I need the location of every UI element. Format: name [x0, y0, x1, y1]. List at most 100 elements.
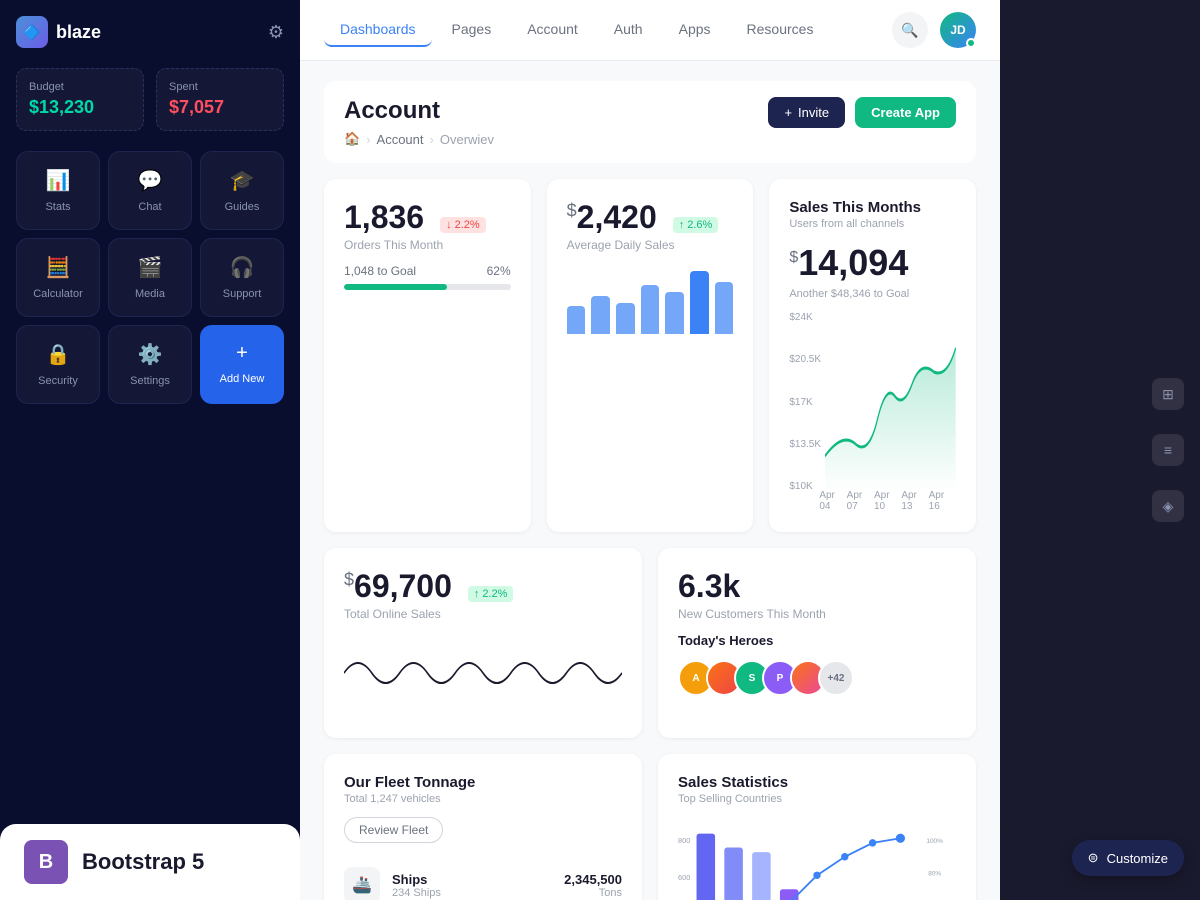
tab-auth[interactable]: Auth	[598, 13, 659, 47]
tab-account[interactable]: Account	[511, 13, 594, 47]
page-title-section: Account 🏠 › Account › Overwiev	[344, 97, 494, 147]
up-arrow: ↑	[679, 219, 685, 231]
logo-text: blaze	[56, 22, 101, 43]
avatar[interactable]: JD	[940, 12, 976, 48]
customize-button[interactable]: ⊜ Customize	[1072, 840, 1184, 876]
review-fleet-button[interactable]: Review Fleet	[344, 817, 443, 843]
breadcrumb-current: Overwiev	[440, 132, 494, 147]
sidebar-item-settings[interactable]: ⚙️ Settings	[108, 325, 192, 404]
sidebar-item-chat[interactable]: 💬 Chat	[108, 151, 192, 230]
currency-symbol: $	[567, 200, 577, 220]
bar-3	[616, 303, 635, 335]
ships-value: 2,345,500	[564, 872, 622, 887]
stats-icon: 📊	[46, 168, 71, 193]
right-icon-1[interactable]: ⊞	[1152, 378, 1184, 410]
orders-badge: ↓ 2.2%	[440, 217, 486, 233]
page-title: Account	[344, 97, 494, 125]
breadcrumb-home[interactable]: 🏠	[344, 131, 360, 147]
fleet-right-ships: 2,345,500 Tons	[564, 872, 622, 899]
line-chart-svg	[825, 312, 956, 492]
breadcrumb-account[interactable]: Account	[377, 132, 424, 147]
sidebar-item-support[interactable]: 🎧 Support	[200, 238, 284, 317]
ships-unit: Tons	[564, 887, 622, 899]
sales-stats-card: Sales Statistics Top Selling Countries 8…	[658, 754, 976, 900]
sidebar-item-calculator[interactable]: 🧮 Calculator	[16, 238, 100, 317]
bootstrap-text: Bootstrap 5	[82, 849, 204, 875]
orders-value: 1,836	[344, 199, 424, 236]
sidebar-item-guides[interactable]: 🎓 Guides	[200, 151, 284, 230]
online-sales-label: Total Online Sales	[344, 607, 622, 621]
progress-fill	[344, 284, 447, 290]
sales-month-title: Sales This Months	[789, 199, 956, 216]
add-label: Add New	[220, 373, 265, 385]
search-button[interactable]: 🔍	[892, 12, 928, 48]
sidebar-item-security[interactable]: 🔒 Security	[16, 325, 100, 404]
create-app-button[interactable]: Create App	[855, 97, 956, 128]
sales-month-subtitle: Users from all channels	[789, 218, 956, 230]
sidebar-header: 🔷 blaze ⚙	[16, 16, 284, 48]
ships-sub: 234 Ships	[392, 887, 441, 899]
fleet-title: Our Fleet Tonnage	[344, 774, 622, 791]
bar-4	[641, 285, 660, 334]
breadcrumb-sep1: ›	[366, 132, 370, 147]
menu-icon[interactable]: ⚙	[268, 22, 284, 43]
tab-pages[interactable]: Pages	[436, 13, 508, 47]
budget-label: Budget	[29, 81, 131, 93]
progress-row: 1,048 to Goal 62%	[344, 264, 511, 278]
bar-5	[665, 292, 684, 334]
goal-pct: 62%	[487, 264, 511, 278]
svg-text:80%: 80%	[928, 870, 941, 877]
sales-stats-chart: 800 600 400 200 100% 80% 60% 40%	[678, 817, 956, 900]
tab-resources[interactable]: Resources	[731, 13, 830, 47]
new-customers-card: 6.3k New Customers This Month Today's He…	[658, 548, 976, 738]
guides-icon: 🎓	[230, 168, 255, 193]
chart-x-labels: Apr 04 Apr 07 Apr 10 Apr 13 Apr 16	[819, 490, 956, 512]
ships-icon: 🚢	[344, 867, 380, 900]
sidebar-item-stats[interactable]: 📊 Stats	[16, 151, 100, 230]
spent-label: Spent	[169, 81, 271, 93]
header-actions: + Invite Create App	[768, 97, 956, 128]
right-icon-3[interactable]: ◈	[1152, 490, 1184, 522]
nav-tabs: Dashboards Pages Account Auth Apps Resou…	[324, 13, 829, 47]
sidebar: 🔷 blaze ⚙ Budget $13,230 Spent $7,057 📊 …	[0, 0, 300, 900]
new-customers-value: 6.3k	[678, 568, 956, 605]
invite-button[interactable]: + Invite	[768, 97, 845, 128]
bar-chart	[567, 264, 734, 334]
goal-text: 1,048 to Goal	[344, 264, 416, 278]
calculator-icon: 🧮	[46, 255, 71, 280]
sales-goal-text: Another $48,346 to Goal	[789, 288, 956, 300]
daily-sales-badge: ↑ 2.6%	[673, 217, 719, 233]
tab-apps[interactable]: Apps	[663, 13, 727, 47]
orders-label: Orders This Month	[344, 238, 511, 252]
add-icon: +	[236, 342, 248, 365]
svg-text:800: 800	[678, 836, 690, 845]
main-content: Dashboards Pages Account Auth Apps Resou…	[300, 0, 1000, 900]
fleet-card: Our Fleet Tonnage Total 1,247 vehicles R…	[324, 754, 642, 900]
svg-text:600: 600	[678, 873, 690, 882]
plus-icon: +	[784, 105, 792, 120]
sales-month-card: Sales This Months Users from all channel…	[769, 179, 976, 532]
hero-count: +42	[818, 660, 854, 696]
daily-sales-card: $2,420 ↑ 2.6% Average Daily Sales	[547, 179, 754, 532]
media-label: Media	[135, 288, 165, 300]
settings-label: Settings	[130, 375, 170, 387]
fleet-subtitle: Total 1,247 vehicles	[344, 793, 622, 805]
tab-dashboards[interactable]: Dashboards	[324, 13, 432, 47]
progress-bar	[344, 284, 511, 290]
bootstrap-badge: B Bootstrap 5	[0, 824, 300, 900]
settings-icon: ⚙️	[138, 342, 163, 367]
orders-card: 1,836 ↓ 2.2% Orders This Month 1,048 to …	[324, 179, 531, 532]
sales-stats-subtitle: Top Selling Countries	[678, 793, 956, 805]
calculator-label: Calculator	[33, 288, 83, 300]
sales-month-value: $14,094	[789, 242, 956, 284]
sidebar-item-media[interactable]: 🎬 Media	[108, 238, 192, 317]
top-nav: Dashboards Pages Account Auth Apps Resou…	[300, 0, 1000, 61]
spent-value: $7,057	[169, 97, 271, 118]
wave-chart	[344, 633, 622, 713]
chat-label: Chat	[138, 201, 161, 213]
grid-buttons: 📊 Stats 💬 Chat 🎓 Guides 🧮 Calculator 🎬 M…	[16, 151, 284, 404]
sidebar-item-add-new[interactable]: + Add New	[200, 325, 284, 404]
spent-card: Spent $7,057	[156, 68, 284, 131]
right-icon-2[interactable]: ≡	[1152, 434, 1184, 466]
chat-icon: 💬	[138, 168, 163, 193]
